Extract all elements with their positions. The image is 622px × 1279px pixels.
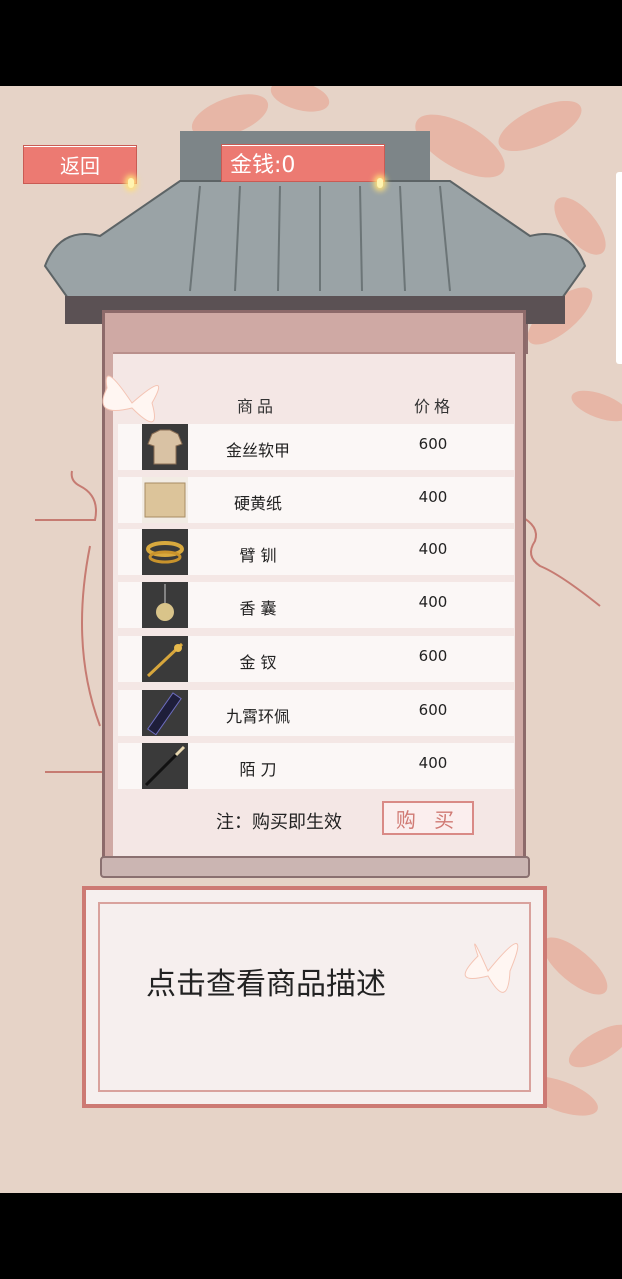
butterfly-icon bbox=[464, 943, 519, 993]
shop-row[interactable]: 陌 刀 400 bbox=[118, 743, 514, 789]
shop-row[interactable]: 臂 钏 400 bbox=[118, 529, 514, 575]
buy-button[interactable]: 购 买 bbox=[382, 801, 474, 835]
sachet-icon bbox=[142, 582, 188, 628]
item-price: 600 bbox=[418, 701, 448, 719]
item-price: 400 bbox=[418, 754, 448, 772]
paper-scroll-icon bbox=[142, 477, 188, 523]
shop-scene: 商品 价格 金丝软甲 600 硬黄纸 400 臂 钏 400 香 囊 400 金… bbox=[0, 86, 622, 1193]
item-price: 400 bbox=[418, 488, 448, 506]
shop-row[interactable]: 九霄环佩 600 bbox=[118, 690, 514, 736]
armlet-icon bbox=[142, 529, 188, 575]
column-header-price: 价格 bbox=[414, 397, 455, 416]
item-name: 陌 刀 bbox=[239, 760, 277, 779]
lamp-icon bbox=[377, 178, 383, 188]
shop-row[interactable]: 金 钗 600 bbox=[118, 636, 514, 682]
column-header-item: 商品 bbox=[237, 397, 278, 416]
item-name: 臂 钏 bbox=[239, 546, 277, 565]
hairpin-icon bbox=[142, 636, 188, 682]
scroll-roller bbox=[100, 856, 530, 878]
status-bar bbox=[0, 0, 622, 86]
shop-row[interactable]: 金丝软甲 600 bbox=[118, 424, 514, 470]
guqin-icon bbox=[142, 690, 188, 736]
item-name: 九霄环佩 bbox=[225, 707, 290, 726]
item-price: 600 bbox=[418, 647, 448, 665]
shop-row[interactable]: 香 囊 400 bbox=[118, 582, 514, 628]
butterfly-icon bbox=[102, 375, 160, 423]
edge-handle[interactable] bbox=[616, 172, 622, 364]
blade-icon bbox=[142, 743, 188, 789]
item-price: 400 bbox=[418, 540, 448, 558]
item-price: 400 bbox=[418, 593, 448, 611]
lamp-icon bbox=[128, 178, 134, 188]
item-price: 600 bbox=[418, 435, 448, 453]
money-display: 金钱:0 bbox=[221, 144, 385, 182]
shop-row[interactable]: 硬黄纸 400 bbox=[118, 477, 514, 523]
description-text: 点击查看商品描述 bbox=[146, 967, 386, 1002]
item-name: 香 囊 bbox=[239, 599, 277, 618]
item-name: 金 钗 bbox=[239, 653, 277, 672]
purchase-note: 注：购买即生效 bbox=[216, 812, 342, 833]
back-button[interactable]: 返回 bbox=[23, 145, 137, 184]
navigation-bar bbox=[0, 1193, 622, 1279]
item-name: 金丝软甲 bbox=[225, 441, 290, 460]
item-name: 硬黄纸 bbox=[233, 494, 282, 513]
